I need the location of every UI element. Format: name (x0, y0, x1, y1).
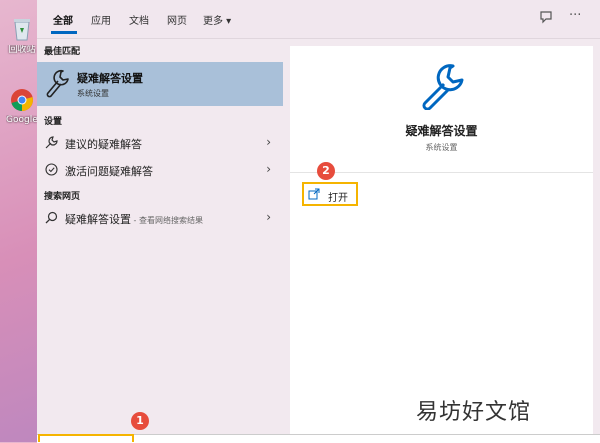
tab-documents[interactable]: 文档 (129, 12, 149, 27)
search-icon (45, 211, 58, 224)
tab-all[interactable]: 全部 (53, 12, 73, 27)
result-label: 疑难解答设置 - 查看网络搜索结果 (65, 211, 203, 227)
preview-subtitle: 系统设置 (425, 143, 458, 152)
result-label: 建议的疑难解答 (65, 138, 142, 151)
search-box-highlight (38, 434, 134, 442)
web-result-label: 疑难解答设置 (65, 213, 131, 226)
web-result-hint: - 查看网络搜索结果 (131, 216, 203, 225)
search-results-list: 最佳匹配 疑难解答设置 系统设置 设置 建议的疑难解答 › 激活问题疑难解答 ›… (37, 38, 283, 434)
feedback-icon[interactable] (539, 10, 553, 24)
best-match-subtitle: 系统设置 (77, 89, 109, 98)
result-label: 激活问题疑难解答 (65, 165, 153, 178)
more-icon[interactable]: ··· (569, 8, 581, 23)
troubleshoot-icon (45, 136, 58, 149)
result-suggested-troubleshooting[interactable]: 建议的疑难解答 › (37, 132, 283, 154)
search-web-heading: 搜索网页 (44, 192, 81, 202)
wrench-icon (46, 69, 69, 98)
result-web-search[interactable]: 疑难解答设置 - 查看网络搜索结果 › (37, 207, 283, 229)
result-preview-pane: 疑难解答设置 系统设置 打开 (290, 46, 593, 436)
chrome-icon (11, 89, 33, 111)
check-circle-icon (45, 163, 58, 176)
recycle-bin-icon (14, 19, 30, 41)
best-match-title: 疑难解答设置 (77, 72, 143, 85)
chrome-desktop-icon[interactable]: Google Chrome (6, 88, 38, 125)
settings-heading: 设置 (44, 117, 63, 127)
chrome-label: Google Chrome (6, 115, 38, 125)
tab-web[interactable]: 网页 (167, 12, 187, 27)
wrench-icon (422, 64, 464, 110)
best-match-heading: 最佳匹配 (44, 47, 81, 57)
step-badge-2: 2 (317, 162, 335, 180)
step-badge-1: 1 (131, 412, 149, 430)
open-button[interactable]: 打开 (302, 182, 358, 206)
open-icon (308, 188, 320, 200)
open-label: 打开 (328, 193, 348, 204)
result-activation-troubleshooting[interactable]: 激活问题疑难解答 › (37, 159, 283, 181)
tab-more[interactable]: 更多 ▾ (203, 12, 231, 27)
preview-title: 疑难解答设置 (405, 124, 478, 138)
search-panel: 全部 应用 文档 网页 更多 ▾ ··· 最佳匹配 疑难解答设置 系统设置 设置… (37, 0, 600, 443)
tab-apps[interactable]: 应用 (91, 12, 111, 27)
chevron-right-icon[interactable]: › (266, 210, 271, 224)
divider (290, 172, 593, 173)
watermark: 易坊好文馆 (416, 400, 532, 425)
recycle-bin-label: 回收站 (8, 45, 36, 55)
search-tabs-bar: 全部 应用 文档 网页 更多 ▾ ··· (37, 0, 600, 39)
recycle-bin-desktop-icon[interactable]: 回收站 (6, 16, 38, 55)
chevron-right-icon[interactable]: › (266, 135, 271, 149)
best-match-item[interactable]: 疑难解答设置 系统设置 (37, 62, 283, 106)
chevron-right-icon[interactable]: › (266, 162, 271, 176)
active-tab-indicator (51, 31, 77, 34)
